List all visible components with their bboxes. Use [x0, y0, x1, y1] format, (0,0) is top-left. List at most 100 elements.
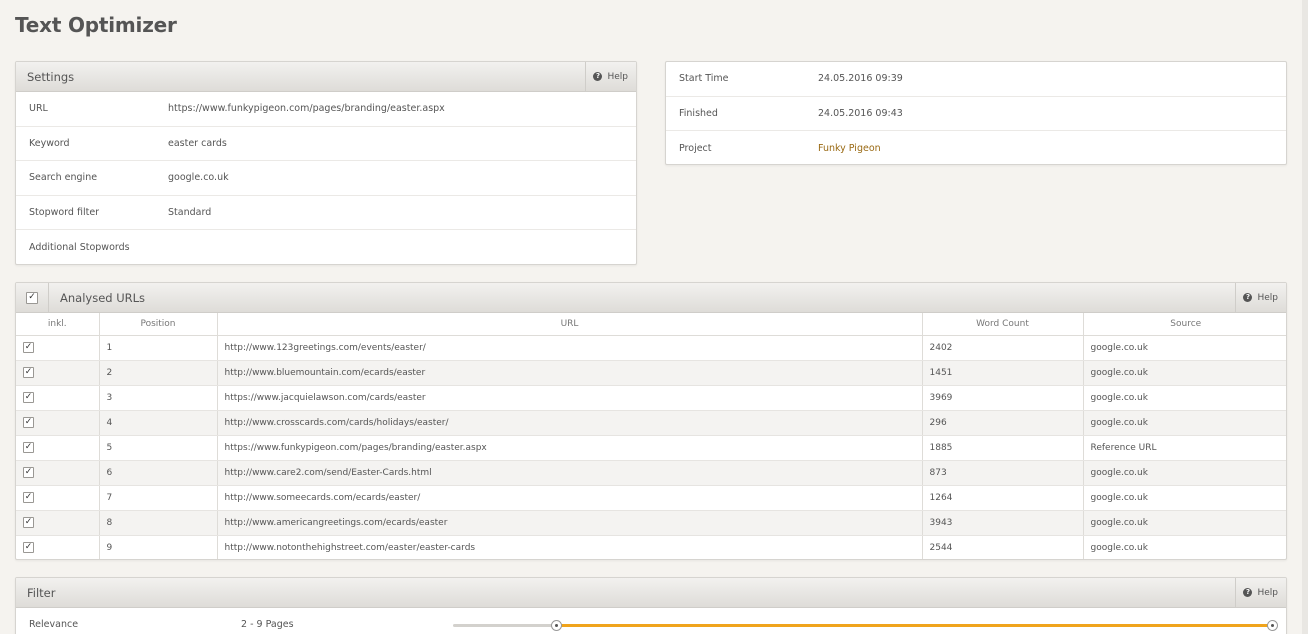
url-cell: http://www.someecards.com/ecards/easter/	[217, 485, 923, 511]
help-label: Help	[1257, 587, 1278, 598]
info-row: Project Funky Pigeon	[666, 131, 1286, 164]
settings-value: https://www.funkypigeon.com/pages/brandi…	[168, 103, 445, 115]
inkl-cell: ✓	[16, 535, 100, 559]
project-link[interactable]: Funky Pigeon	[818, 143, 881, 154]
table-row: ✓ 5 https://www.funkypigeon.com/pages/bran…	[16, 435, 1286, 461]
settings-row: Search engine google.co.uk	[16, 161, 636, 196]
info-panel: Start Time 24.05.2016 09:39 Finished 24.05.…	[665, 61, 1287, 165]
check-icon: ✓	[24, 517, 33, 527]
col-url[interactable]: URL	[217, 313, 923, 336]
col-position[interactable]: Position	[99, 313, 218, 336]
help-label: Help	[607, 71, 628, 82]
info-row: Start Time 24.05.2016 09:39	[666, 62, 1286, 97]
settings-key: Keyword	[29, 137, 70, 149]
settings-row: Stopword filter Standard	[16, 196, 636, 231]
info-value: 24.05.2016 09:43	[818, 107, 903, 119]
table-row: ✓ 2 http://www.bluemountain.com/ecards/eas…	[16, 360, 1286, 386]
check-icon: ✓	[24, 442, 33, 452]
source-cell: google.co.uk	[1083, 385, 1286, 411]
analysed-urls-panel: ✓ Analysed URLs ? Help inkl. Position UR…	[15, 282, 1287, 560]
inkl-cell: ✓	[16, 335, 100, 361]
word-count-cell: 3969	[922, 385, 1084, 411]
analysed-urls-help-button[interactable]: ? Help	[1235, 283, 1286, 312]
check-icon: ✓	[24, 542, 33, 553]
relevance-value: 2 - 9 Pages	[241, 619, 294, 630]
inkl-cell: ✓	[16, 385, 100, 411]
position-cell: 5	[99, 435, 218, 461]
include-checkbox[interactable]: ✓	[23, 367, 34, 378]
help-icon: ?	[1243, 588, 1253, 597]
source-cell: google.co.uk	[1090, 542, 1148, 553]
source-cell: Reference URL	[1083, 435, 1286, 461]
settings-help-button[interactable]: ? Help	[585, 62, 636, 91]
word-count-cell: 3943	[922, 510, 1084, 536]
source-cell: google.co.uk	[1083, 410, 1286, 436]
relevance-slider-handle-low[interactable]	[550, 620, 562, 631]
url-cell: http://www.americangreetings.com/ecards/…	[217, 510, 923, 536]
source-cell: google.co.uk	[1083, 485, 1286, 511]
select-all-checkbox[interactable]: ✓	[26, 291, 38, 304]
relevance-slider-handle-high[interactable]	[1267, 620, 1278, 631]
include-checkbox[interactable]: ✓	[23, 342, 34, 353]
analysed-urls-header: ✓ Analysed URLs ? Help	[16, 283, 1286, 313]
word-count-cell: 1885	[922, 435, 1084, 461]
select-all-wrap: ✓	[16, 283, 49, 312]
check-icon: ✓	[24, 342, 33, 352]
info-key: Finished	[679, 107, 718, 119]
position-cell: 4	[99, 410, 218, 436]
page-scrollbar[interactable]	[1302, 0, 1308, 634]
include-checkbox[interactable]: ✓	[23, 492, 34, 503]
col-source[interactable]: Source	[1083, 313, 1286, 336]
include-checkbox[interactable]: ✓	[23, 417, 34, 428]
col-inkl[interactable]: inkl.	[16, 313, 100, 336]
inkl-cell: ✓	[16, 510, 100, 536]
info-row: Finished 24.05.2016 09:43	[666, 97, 1286, 132]
settings-title: Settings	[27, 70, 75, 84]
settings-panel: Settings ? Help URL https://www.funkypige…	[15, 61, 637, 265]
settings-value: google.co.uk	[168, 172, 229, 184]
url-cell: https://www.funkypigeon.com/pages/brandi…	[217, 435, 923, 461]
help-icon: ?	[593, 72, 603, 81]
include-checkbox[interactable]: ✓	[23, 442, 34, 453]
include-checkbox[interactable]: ✓	[23, 392, 34, 403]
col-word-count[interactable]: Word Count	[922, 313, 1084, 336]
info-value: 24.05.2016 09:39	[818, 73, 903, 85]
filter-panel: Filter ? Help Relevance 2 - 9 Pages	[15, 577, 1287, 634]
table-row: ✓ 7 http://www.someecards.com/ecards/easte…	[16, 485, 1286, 511]
settings-header: Settings ? Help	[16, 62, 636, 92]
url-cell: http://www.notonthehighstreet.com/easter…	[217, 535, 923, 559]
settings-key: Stopword filter	[29, 207, 100, 219]
source-cell: google.co.uk	[1083, 335, 1286, 361]
relevance-row: Relevance 2 - 9 Pages	[16, 608, 1286, 634]
table-row: ✓ 9 http://www.notonthehighstreet.com/east…	[16, 535, 1286, 559]
inkl-cell: ✓	[16, 360, 100, 386]
relevance-slider-fill	[555, 624, 1273, 627]
check-icon: ✓	[24, 367, 33, 377]
settings-key: Search engine	[29, 172, 98, 184]
info-rows: Start Time 24.05.2016 09:39 Finished 24.05.…	[666, 62, 1286, 164]
filter-help-button[interactable]: ? Help	[1235, 578, 1286, 607]
help-label: Help	[1257, 292, 1278, 303]
position-cell: 6	[99, 460, 218, 486]
url-cell: https://www.jacquielawson.com/cards/east…	[217, 385, 923, 411]
position-cell: 8	[99, 510, 218, 536]
table-row: ✓ 4 http://www.crosscards.com/cards/holida…	[16, 410, 1286, 436]
settings-row: Keyword easter cards	[16, 127, 636, 162]
relevance-label: Relevance	[29, 619, 79, 630]
include-checkbox[interactable]: ✓	[23, 542, 34, 554]
url-cell: http://www.crosscards.com/cards/holidays…	[217, 410, 923, 436]
include-checkbox[interactable]: ✓	[23, 467, 34, 478]
url-cell: http://www.123greetings.com/events/easte…	[217, 335, 923, 361]
url-cell: http://www.care2.com/send/Easter-Cards.h…	[217, 460, 923, 486]
check-icon: ✓	[24, 467, 33, 477]
source-cell: google.co.uk	[1083, 510, 1286, 536]
include-checkbox[interactable]: ✓	[23, 517, 34, 528]
url-cell: http://www.bluemountain.com/ecards/easte…	[217, 360, 923, 386]
position-cell: 7	[99, 485, 218, 511]
source-cell: google.co.uk	[1083, 460, 1286, 486]
relevance-slider[interactable]	[453, 620, 1278, 631]
inkl-cell: ✓	[16, 410, 100, 436]
settings-value: Standard	[168, 207, 212, 219]
table-header-row: inkl. Position URL Word Count Source	[16, 313, 1286, 336]
word-count-cell: 873	[922, 460, 1084, 486]
